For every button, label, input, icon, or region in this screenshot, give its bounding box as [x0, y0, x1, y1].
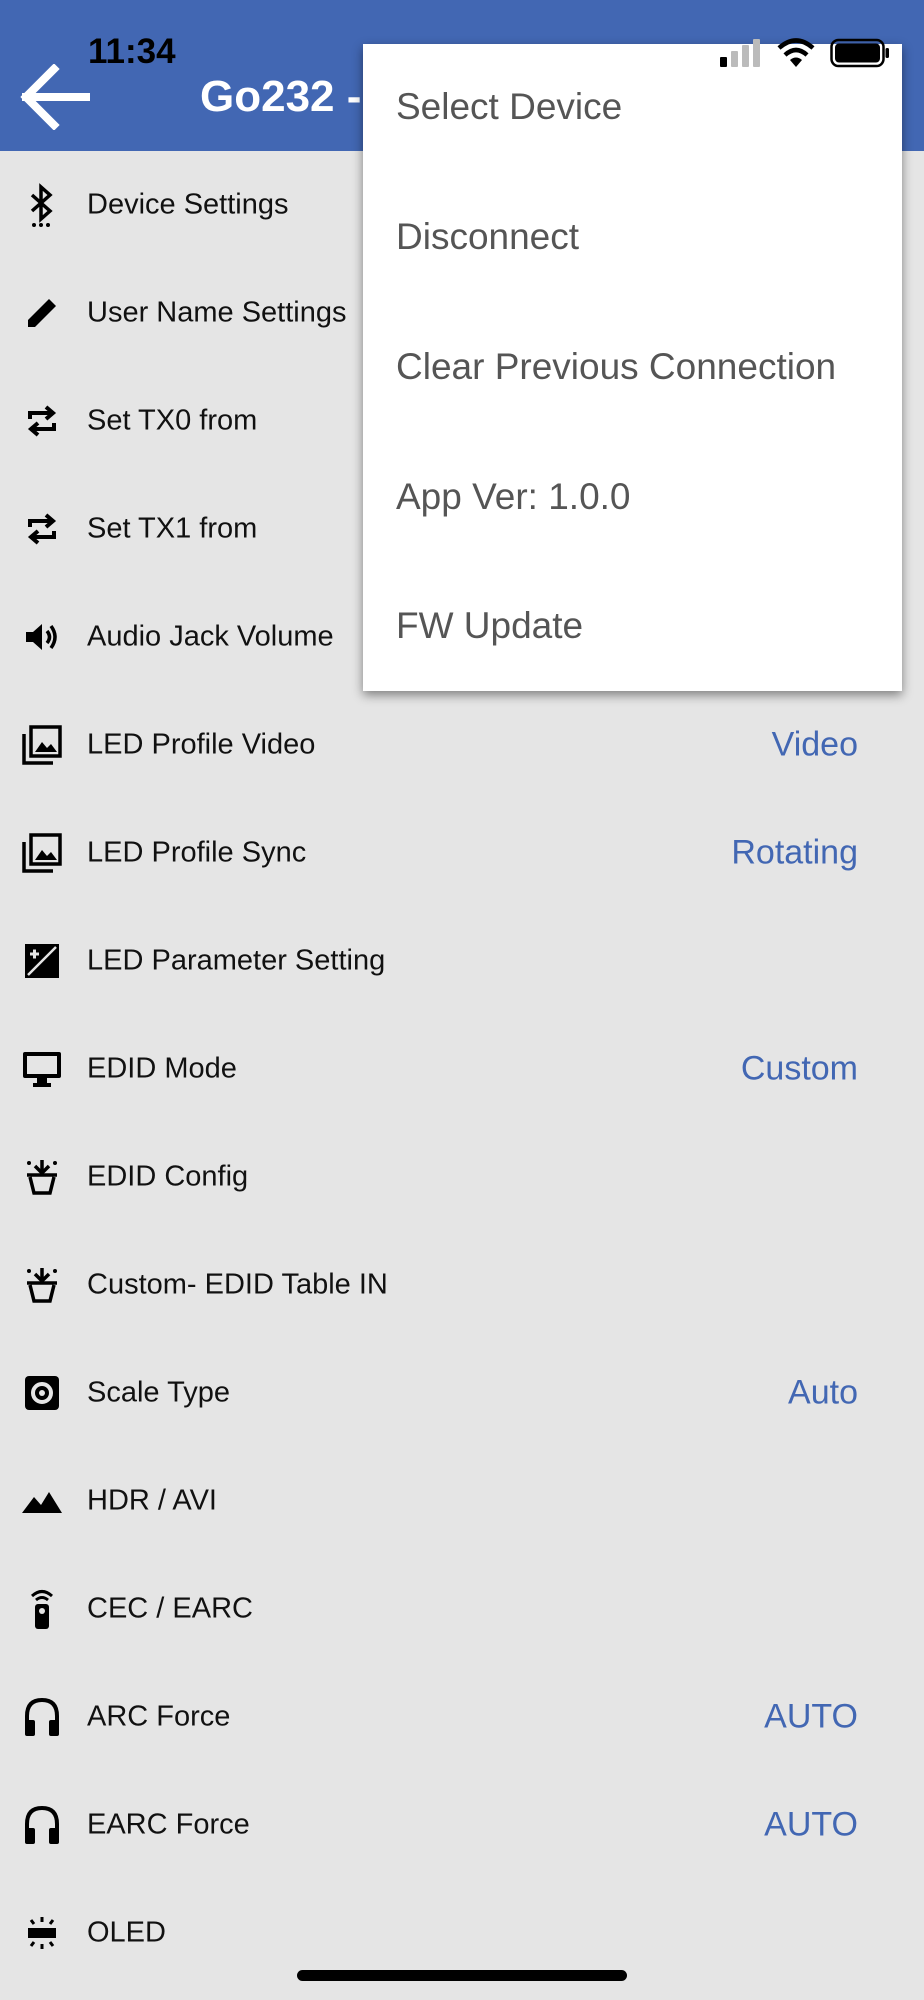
- settings-row[interactable]: CEC / EARC: [0, 1555, 924, 1663]
- oled-icon: [20, 1911, 64, 1955]
- menu-item-select-device[interactable]: Select Device: [396, 86, 622, 128]
- row-value: Auto: [788, 1373, 858, 1412]
- row-label: Audio Jack Volume: [87, 620, 334, 653]
- headphones-icon: [20, 1803, 64, 1847]
- mountain-icon: [20, 1479, 64, 1523]
- cellular-signal-icon: [720, 39, 760, 67]
- menu-item-clear-previous-connection[interactable]: Clear Previous Connection: [396, 346, 836, 388]
- row-label: LED Profile Sync: [87, 836, 307, 869]
- row-label: ARC Force: [87, 1700, 231, 1733]
- row-label: User Name Settings: [87, 296, 347, 329]
- row-label: EDID Mode: [87, 1052, 237, 1085]
- row-value: Rotating: [731, 833, 858, 872]
- status-icons: [720, 36, 890, 70]
- status-time: 11:34: [88, 32, 176, 71]
- bluetooth-icon: [20, 183, 64, 227]
- menu-item-disconnect[interactable]: Disconnect: [396, 216, 579, 258]
- page-title: Go232 -: [200, 72, 362, 121]
- settings-row[interactable]: EARC Force AUTO: [0, 1771, 924, 1879]
- overflow-menu: Select Device Disconnect Clear Previous …: [363, 44, 902, 691]
- settings-row[interactable]: Custom- EDID Table IN: [0, 1231, 924, 1339]
- back-button[interactable]: [18, 62, 92, 132]
- row-label: Scale Type: [87, 1376, 230, 1409]
- row-label: EARC Force: [87, 1808, 250, 1841]
- row-label: LED Parameter Setting: [87, 944, 386, 977]
- settings-row[interactable]: LED Parameter Setting: [0, 907, 924, 1015]
- settings-row[interactable]: Scale Type Auto: [0, 1339, 924, 1447]
- settings-row[interactable]: LED Profile Video Video: [0, 691, 924, 799]
- menu-item-fw-update[interactable]: FW Update: [396, 605, 583, 647]
- arrow-left-icon: [20, 64, 90, 130]
- repeat-icon: [20, 399, 64, 443]
- settings-row[interactable]: LED Profile Sync Rotating: [0, 799, 924, 907]
- row-value: AUTO: [764, 1805, 858, 1844]
- settings-row[interactable]: EDID Mode Custom: [0, 1015, 924, 1123]
- row-label: EDID Config: [87, 1160, 249, 1193]
- download-tray-icon: [20, 1263, 64, 1307]
- exposure-icon: [20, 939, 64, 983]
- wifi-icon: [777, 38, 815, 67]
- row-value: AUTO: [764, 1697, 858, 1736]
- repeat-icon: [20, 507, 64, 551]
- row-label: HDR / AVI: [87, 1484, 217, 1517]
- volume-icon: [20, 615, 64, 659]
- row-label: Custom- EDID Table IN: [87, 1268, 388, 1301]
- remote-icon: [20, 1587, 64, 1631]
- row-value: Custom: [740, 1049, 858, 1088]
- home-indicator[interactable]: [297, 1970, 627, 1981]
- row-label: Device Settings: [87, 188, 289, 221]
- battery-icon: [830, 38, 889, 68]
- row-label: LED Profile Video: [87, 728, 316, 761]
- row-value: Video: [771, 725, 858, 764]
- image-stack-icon: [20, 831, 64, 875]
- settings-row[interactable]: EDID Config: [0, 1123, 924, 1231]
- row-label: OLED: [87, 1916, 166, 1949]
- download-tray-icon: [20, 1155, 64, 1199]
- settings-row[interactable]: ARC Force AUTO: [0, 1663, 924, 1771]
- pencil-icon: [20, 291, 64, 335]
- row-label: Set TX1 from: [87, 512, 258, 545]
- settings-row[interactable]: HDR / AVI: [0, 1447, 924, 1555]
- menu-item-app-version[interactable]: App Ver: 1.0.0: [396, 476, 631, 518]
- gear-box-icon: [20, 1371, 64, 1415]
- row-label: CEC / EARC: [87, 1592, 253, 1625]
- image-stack-icon: [20, 723, 64, 767]
- monitor-icon: [20, 1047, 64, 1091]
- row-label: Set TX0 from: [87, 404, 258, 437]
- headphones-icon: [20, 1695, 64, 1739]
